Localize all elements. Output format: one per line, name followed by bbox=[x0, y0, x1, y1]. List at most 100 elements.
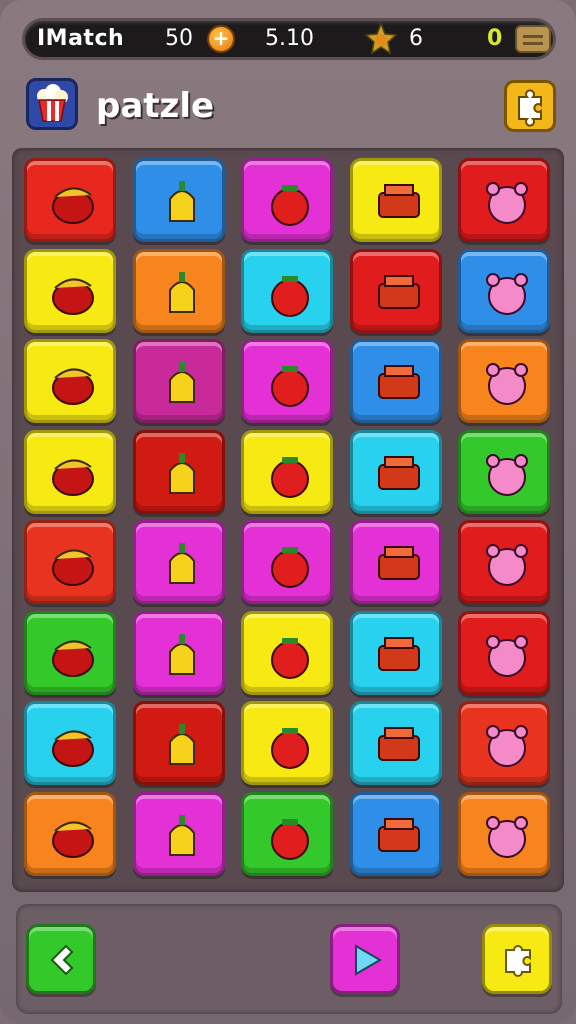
score-value: 50 bbox=[165, 26, 193, 51]
board-tile[interactable] bbox=[24, 701, 116, 785]
purple-dome-icon bbox=[271, 728, 309, 769]
red-cap-icon bbox=[168, 543, 195, 584]
banana-icon bbox=[52, 187, 94, 224]
pencil-box-icon bbox=[377, 546, 420, 580]
board-tile[interactable] bbox=[132, 520, 225, 604]
striped-cap-icon bbox=[486, 363, 528, 405]
blue-bottle-icon bbox=[271, 456, 309, 498]
green-fruit-icon bbox=[52, 730, 94, 767]
board-tile[interactable] bbox=[241, 339, 333, 423]
board-tile[interactable] bbox=[241, 429, 333, 514]
board-tile[interactable] bbox=[24, 429, 116, 514]
board-tile[interactable] bbox=[132, 429, 225, 514]
board-tile[interactable] bbox=[458, 158, 550, 242]
carrot-icon bbox=[168, 814, 195, 856]
puzzle-button[interactable] bbox=[482, 924, 552, 994]
hint-puzzle-button[interactable] bbox=[504, 80, 556, 132]
board-tile[interactable] bbox=[241, 520, 333, 604]
tomato-icon bbox=[271, 185, 309, 226]
salad-bowl-icon bbox=[168, 724, 195, 765]
popcorn-icon bbox=[37, 84, 68, 122]
play-button[interactable] bbox=[330, 924, 400, 994]
board-tile[interactable] bbox=[458, 520, 550, 604]
board-tile[interactable] bbox=[349, 701, 442, 785]
bell-pepper-icon bbox=[168, 181, 195, 222]
donut-icon bbox=[271, 637, 309, 679]
pig-face-icon bbox=[52, 278, 94, 315]
board-tile[interactable] bbox=[458, 791, 550, 876]
app-name: IMatch bbox=[37, 26, 125, 51]
board-tile[interactable] bbox=[132, 339, 225, 423]
back-button[interactable] bbox=[26, 924, 96, 994]
orange-fish-icon bbox=[271, 275, 309, 317]
back-arrow-icon bbox=[50, 944, 74, 976]
bottom-toolbar bbox=[16, 904, 562, 1014]
lemon-icon bbox=[52, 459, 94, 496]
cabbage-knife-icon bbox=[271, 818, 309, 860]
orange-flower-icon bbox=[486, 815, 528, 858]
board-tile[interactable] bbox=[458, 610, 550, 695]
board-tile[interactable] bbox=[132, 701, 225, 785]
board-tile[interactable] bbox=[241, 791, 333, 876]
comma-icon bbox=[377, 455, 420, 490]
board-tile[interactable] bbox=[349, 248, 442, 333]
board-tile[interactable] bbox=[132, 158, 225, 242]
board-tile[interactable] bbox=[349, 339, 442, 423]
board-tile[interactable] bbox=[241, 610, 333, 695]
board-tile[interactable] bbox=[24, 248, 116, 333]
puzzle-piece-icon bbox=[505, 945, 531, 977]
pink-bear-icon bbox=[486, 634, 528, 677]
game-board bbox=[12, 148, 564, 892]
add-coins-icon[interactable]: + bbox=[207, 25, 235, 53]
ring-icon bbox=[486, 544, 528, 586]
stars-value: 6 bbox=[409, 26, 423, 51]
board-tile[interactable] bbox=[24, 158, 116, 242]
board-tile[interactable] bbox=[241, 701, 333, 785]
red-pot-icon bbox=[377, 817, 420, 852]
puzzle-piece-icon bbox=[518, 89, 542, 127]
board-tile[interactable] bbox=[349, 610, 442, 695]
board-tile[interactable] bbox=[458, 701, 550, 785]
crossed-sticks-icon bbox=[52, 549, 94, 586]
popcorn-logo-button[interactable] bbox=[26, 78, 78, 130]
board-tile[interactable] bbox=[24, 339, 116, 423]
timer-value: 5.10 bbox=[265, 26, 314, 51]
green-flower-icon bbox=[486, 725, 528, 767]
purple-candy-icon bbox=[271, 366, 309, 407]
board-tile[interactable] bbox=[241, 248, 333, 333]
board-tile[interactable] bbox=[132, 610, 225, 695]
board-tile[interactable] bbox=[24, 610, 116, 695]
toolbox-icon bbox=[377, 184, 420, 218]
board-tile[interactable] bbox=[349, 791, 442, 876]
pink-donut-icon bbox=[377, 636, 420, 671]
caterpillar-icon bbox=[168, 271, 195, 313]
board-tile[interactable] bbox=[24, 520, 116, 604]
orange-ball-icon bbox=[52, 640, 94, 677]
bear-face-icon bbox=[486, 182, 528, 224]
flag-icon bbox=[168, 362, 195, 403]
board-tile[interactable] bbox=[458, 429, 550, 514]
star-badge-icon bbox=[365, 23, 397, 55]
sun-icon bbox=[271, 547, 309, 588]
game-frame: IMatch 50 + 5.10 6 0 patzle bbox=[0, 0, 576, 1024]
wallet-button[interactable] bbox=[515, 25, 551, 53]
red-candy-icon bbox=[377, 727, 420, 761]
play-icon bbox=[355, 944, 382, 976]
board-tile[interactable] bbox=[24, 791, 116, 876]
cucumber-icon bbox=[486, 453, 528, 496]
board-tile[interactable] bbox=[132, 248, 225, 333]
board-tile[interactable] bbox=[349, 429, 442, 514]
green-bulb-icon bbox=[377, 365, 420, 399]
board-tile[interactable] bbox=[458, 248, 550, 333]
cup-icon bbox=[52, 821, 94, 858]
board-tile[interactable] bbox=[349, 520, 442, 604]
page-title: patzle bbox=[96, 86, 215, 126]
board-tile[interactable] bbox=[132, 791, 225, 876]
board-tile[interactable] bbox=[349, 158, 442, 242]
candy-cap-icon bbox=[486, 272, 528, 315]
bank-value: 0 bbox=[487, 26, 503, 51]
board-tile[interactable] bbox=[458, 339, 550, 423]
board-tile[interactable] bbox=[241, 158, 333, 242]
pot-icon bbox=[168, 452, 195, 494]
blue-gear-icon bbox=[168, 633, 195, 675]
